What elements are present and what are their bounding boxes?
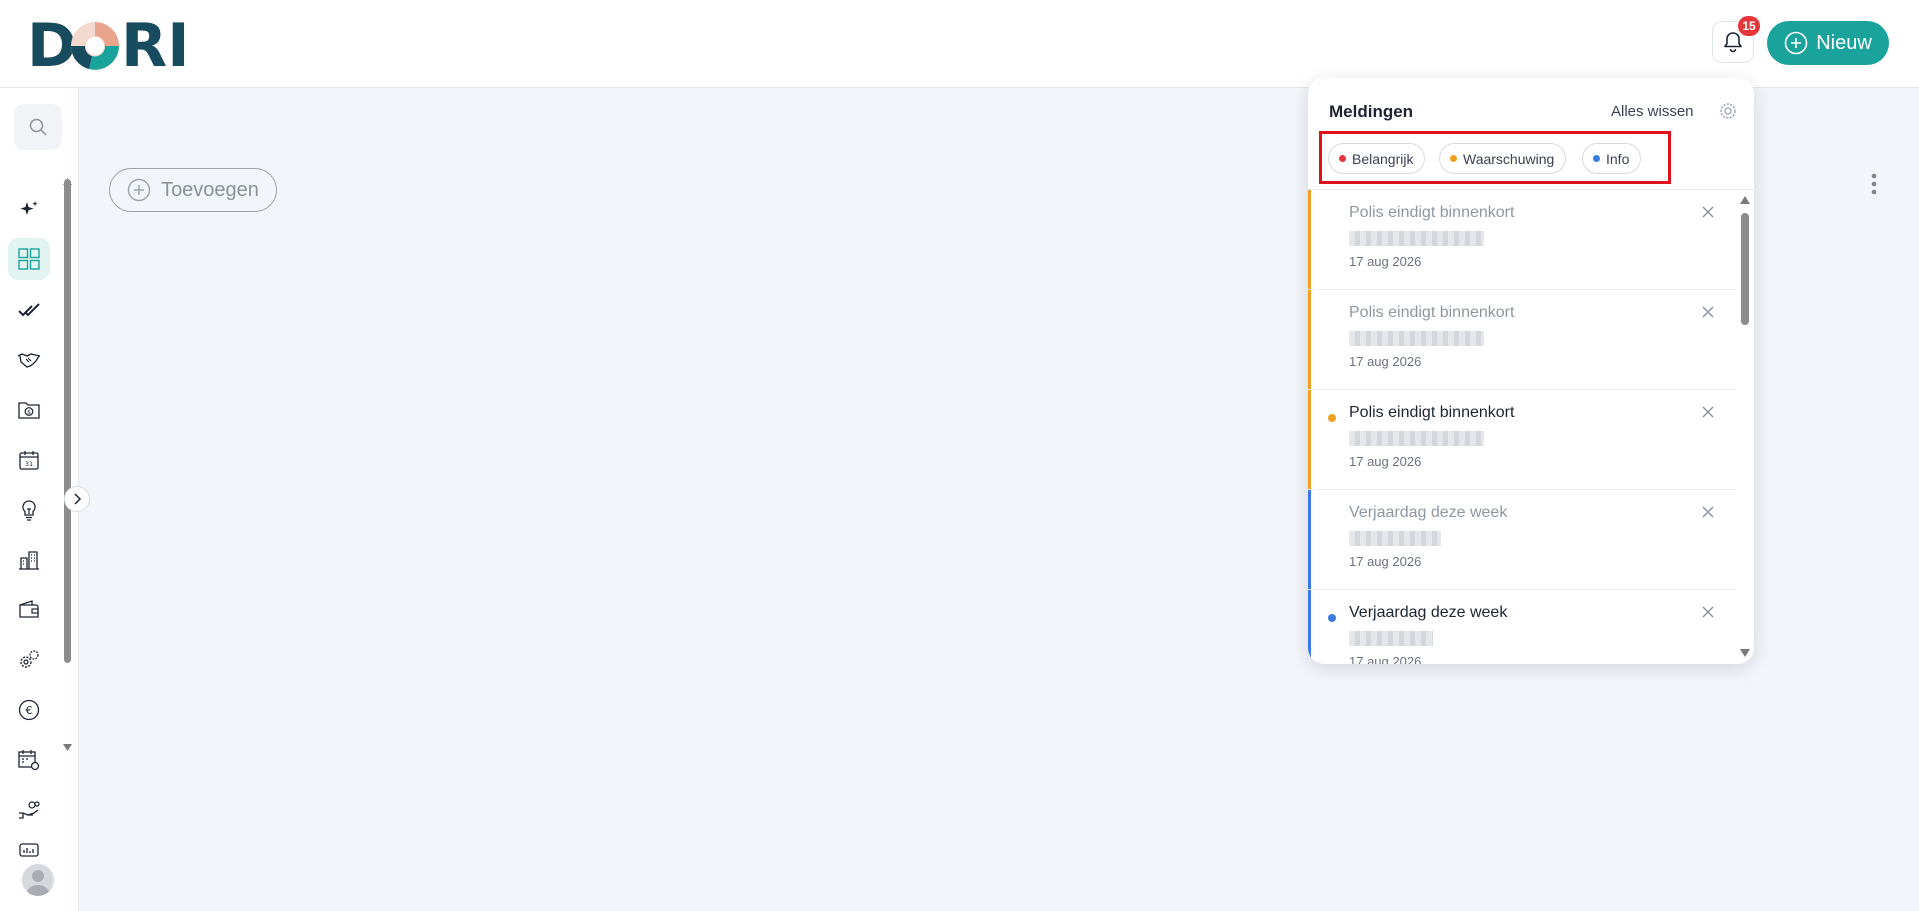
chevron-right-icon (74, 493, 82, 505)
close-icon[interactable] (1700, 304, 1716, 320)
sidebar-item-payments[interactable] (8, 789, 50, 831)
close-icon[interactable] (1700, 404, 1716, 420)
calendar-settings-icon (18, 750, 40, 771)
sidebar-item-reports[interactable] (8, 833, 50, 863)
dori-logo[interactable]: D RI (27, 14, 187, 74)
filter-chip-label: Belangrijk (1352, 150, 1414, 167)
sparkle-icon (20, 201, 38, 215)
sidebar-item-settings[interactable] (8, 639, 50, 681)
filter-chip-label: Info (1606, 150, 1630, 167)
svg-text:€: € (26, 704, 33, 717)
top-bar: D RI 15 Nieuw (0, 0, 1919, 88)
lightbulb-icon (22, 500, 36, 521)
sidebar-item-planning[interactable] (8, 739, 50, 781)
sidebar-search-button[interactable] (14, 104, 62, 150)
notification-date: 17 aug 2026 (1349, 254, 1422, 269)
search-icon (29, 118, 47, 136)
important-dot-icon (1339, 155, 1346, 162)
sidebar-item-ai[interactable] (8, 189, 50, 231)
notifications-title: Meldingen (1329, 102, 1414, 121)
notification-subtitle-redacted (1349, 431, 1484, 446)
user-avatar[interactable] (22, 864, 54, 896)
warning-level-bar (1308, 390, 1311, 489)
close-icon[interactable] (1700, 204, 1716, 220)
add-widget-label: Toevoegen (161, 178, 259, 201)
sidebar-item-tasks[interactable] (8, 289, 50, 331)
filter-chip-warning[interactable]: Waarschuwing (1439, 143, 1567, 174)
svg-text:$: $ (27, 409, 31, 416)
filter-chip-label: Waarschuwing (1463, 150, 1555, 167)
svg-text:31: 31 (25, 460, 33, 468)
notification-date: 17 aug 2026 (1349, 654, 1422, 664)
bell-icon (1724, 32, 1742, 53)
gear-icon[interactable] (1718, 101, 1738, 121)
stats-card-icon (19, 843, 39, 857)
notification-item[interactable]: Verjaardag deze week 17 aug 2026 (1308, 490, 1736, 590)
sidebar-item-relations[interactable] (8, 339, 50, 381)
svg-text:RI: RI (121, 14, 187, 74)
sidebar-item-calendar[interactable]: 31 (8, 439, 50, 481)
sidebar-item-finance[interactable]: € (8, 689, 50, 731)
user-icon (26, 870, 50, 896)
info-level-bar (1308, 490, 1311, 589)
notification-date: 17 aug 2026 (1349, 454, 1422, 469)
sidebar-item-organizations[interactable] (8, 539, 50, 581)
handshake-icon (17, 353, 41, 368)
notification-item[interactable]: Polis eindigt binnenkort 17 aug 2026 (1308, 190, 1736, 290)
new-button-label: Nieuw (1816, 31, 1872, 54)
close-icon[interactable] (1700, 604, 1716, 620)
sidebar-item-wallet[interactable] (8, 589, 50, 631)
euro-icon: € (18, 699, 40, 721)
wallet-icon (19, 600, 39, 618)
notification-title: Polis eindigt binnenkort (1349, 404, 1515, 421)
notification-subtitle-redacted (1349, 231, 1484, 246)
add-widget-button[interactable]: Toevoegen (109, 168, 277, 212)
notification-date: 17 aug 2026 (1349, 354, 1422, 369)
warning-dot-icon (1450, 155, 1457, 162)
notification-count-badge: 15 (1738, 16, 1760, 36)
double-check-icon (18, 303, 40, 317)
notification-subtitle-redacted (1349, 531, 1441, 546)
filter-chip-important[interactable]: Belangrijk (1328, 143, 1426, 174)
notification-title: Polis eindigt binnenkort (1349, 304, 1515, 321)
notifications-scrollbar-thumb[interactable] (1741, 213, 1749, 325)
filter-chip-info[interactable]: Info (1582, 143, 1642, 174)
dori-logo-mark: D RI (27, 14, 187, 74)
info-dot-icon (1593, 155, 1600, 162)
unread-dot-icon (1328, 614, 1336, 622)
notification-subtitle-redacted (1349, 331, 1484, 346)
warning-level-bar (1308, 290, 1311, 389)
unread-dot-icon (1328, 414, 1336, 422)
sidebar-item-ideas[interactable] (8, 489, 50, 531)
sidebar-item-dossiers[interactable]: $ (8, 389, 50, 431)
sidebar-expand-button[interactable] (64, 486, 90, 512)
notifications-panel: Meldingen Alles wissen Belangrijk Waarsc… (1308, 78, 1754, 664)
plus-circle-icon (1784, 31, 1808, 55)
notification-subtitle-redacted (1349, 631, 1433, 646)
calendar-icon: 31 (19, 451, 39, 470)
notification-date: 17 aug 2026 (1349, 554, 1422, 569)
notification-item[interactable]: Polis eindigt binnenkort 17 aug 2026 (1308, 290, 1736, 390)
notification-item[interactable]: Verjaardag deze week 17 aug 2026 (1308, 590, 1736, 664)
close-icon[interactable] (1700, 504, 1716, 520)
info-level-bar (1308, 590, 1311, 664)
notification-title: Polis eindigt binnenkort (1349, 204, 1515, 221)
notification-title: Verjaardag deze week (1349, 504, 1508, 521)
dashboard-grid-icon (18, 248, 40, 270)
notification-item[interactable]: Polis eindigt binnenkort 17 aug 2026 (1308, 390, 1736, 490)
folder-money-icon: $ (18, 402, 40, 419)
warning-level-bar (1308, 190, 1311, 289)
clear-all-link[interactable]: Alles wissen (1611, 103, 1694, 120)
svg-text:D: D (27, 14, 77, 74)
buildings-icon (19, 551, 39, 570)
notification-title: Verjaardag deze week (1349, 604, 1508, 621)
hand-coins-icon (19, 801, 40, 819)
gears-icon (20, 650, 39, 668)
new-button[interactable]: Nieuw (1767, 21, 1889, 65)
sidebar-scrollbar-thumb[interactable] (64, 179, 71, 663)
plus-circle-icon (127, 178, 151, 202)
more-options-icon[interactable] (1870, 172, 1878, 196)
sidebar-item-dashboard[interactable] (8, 238, 50, 280)
